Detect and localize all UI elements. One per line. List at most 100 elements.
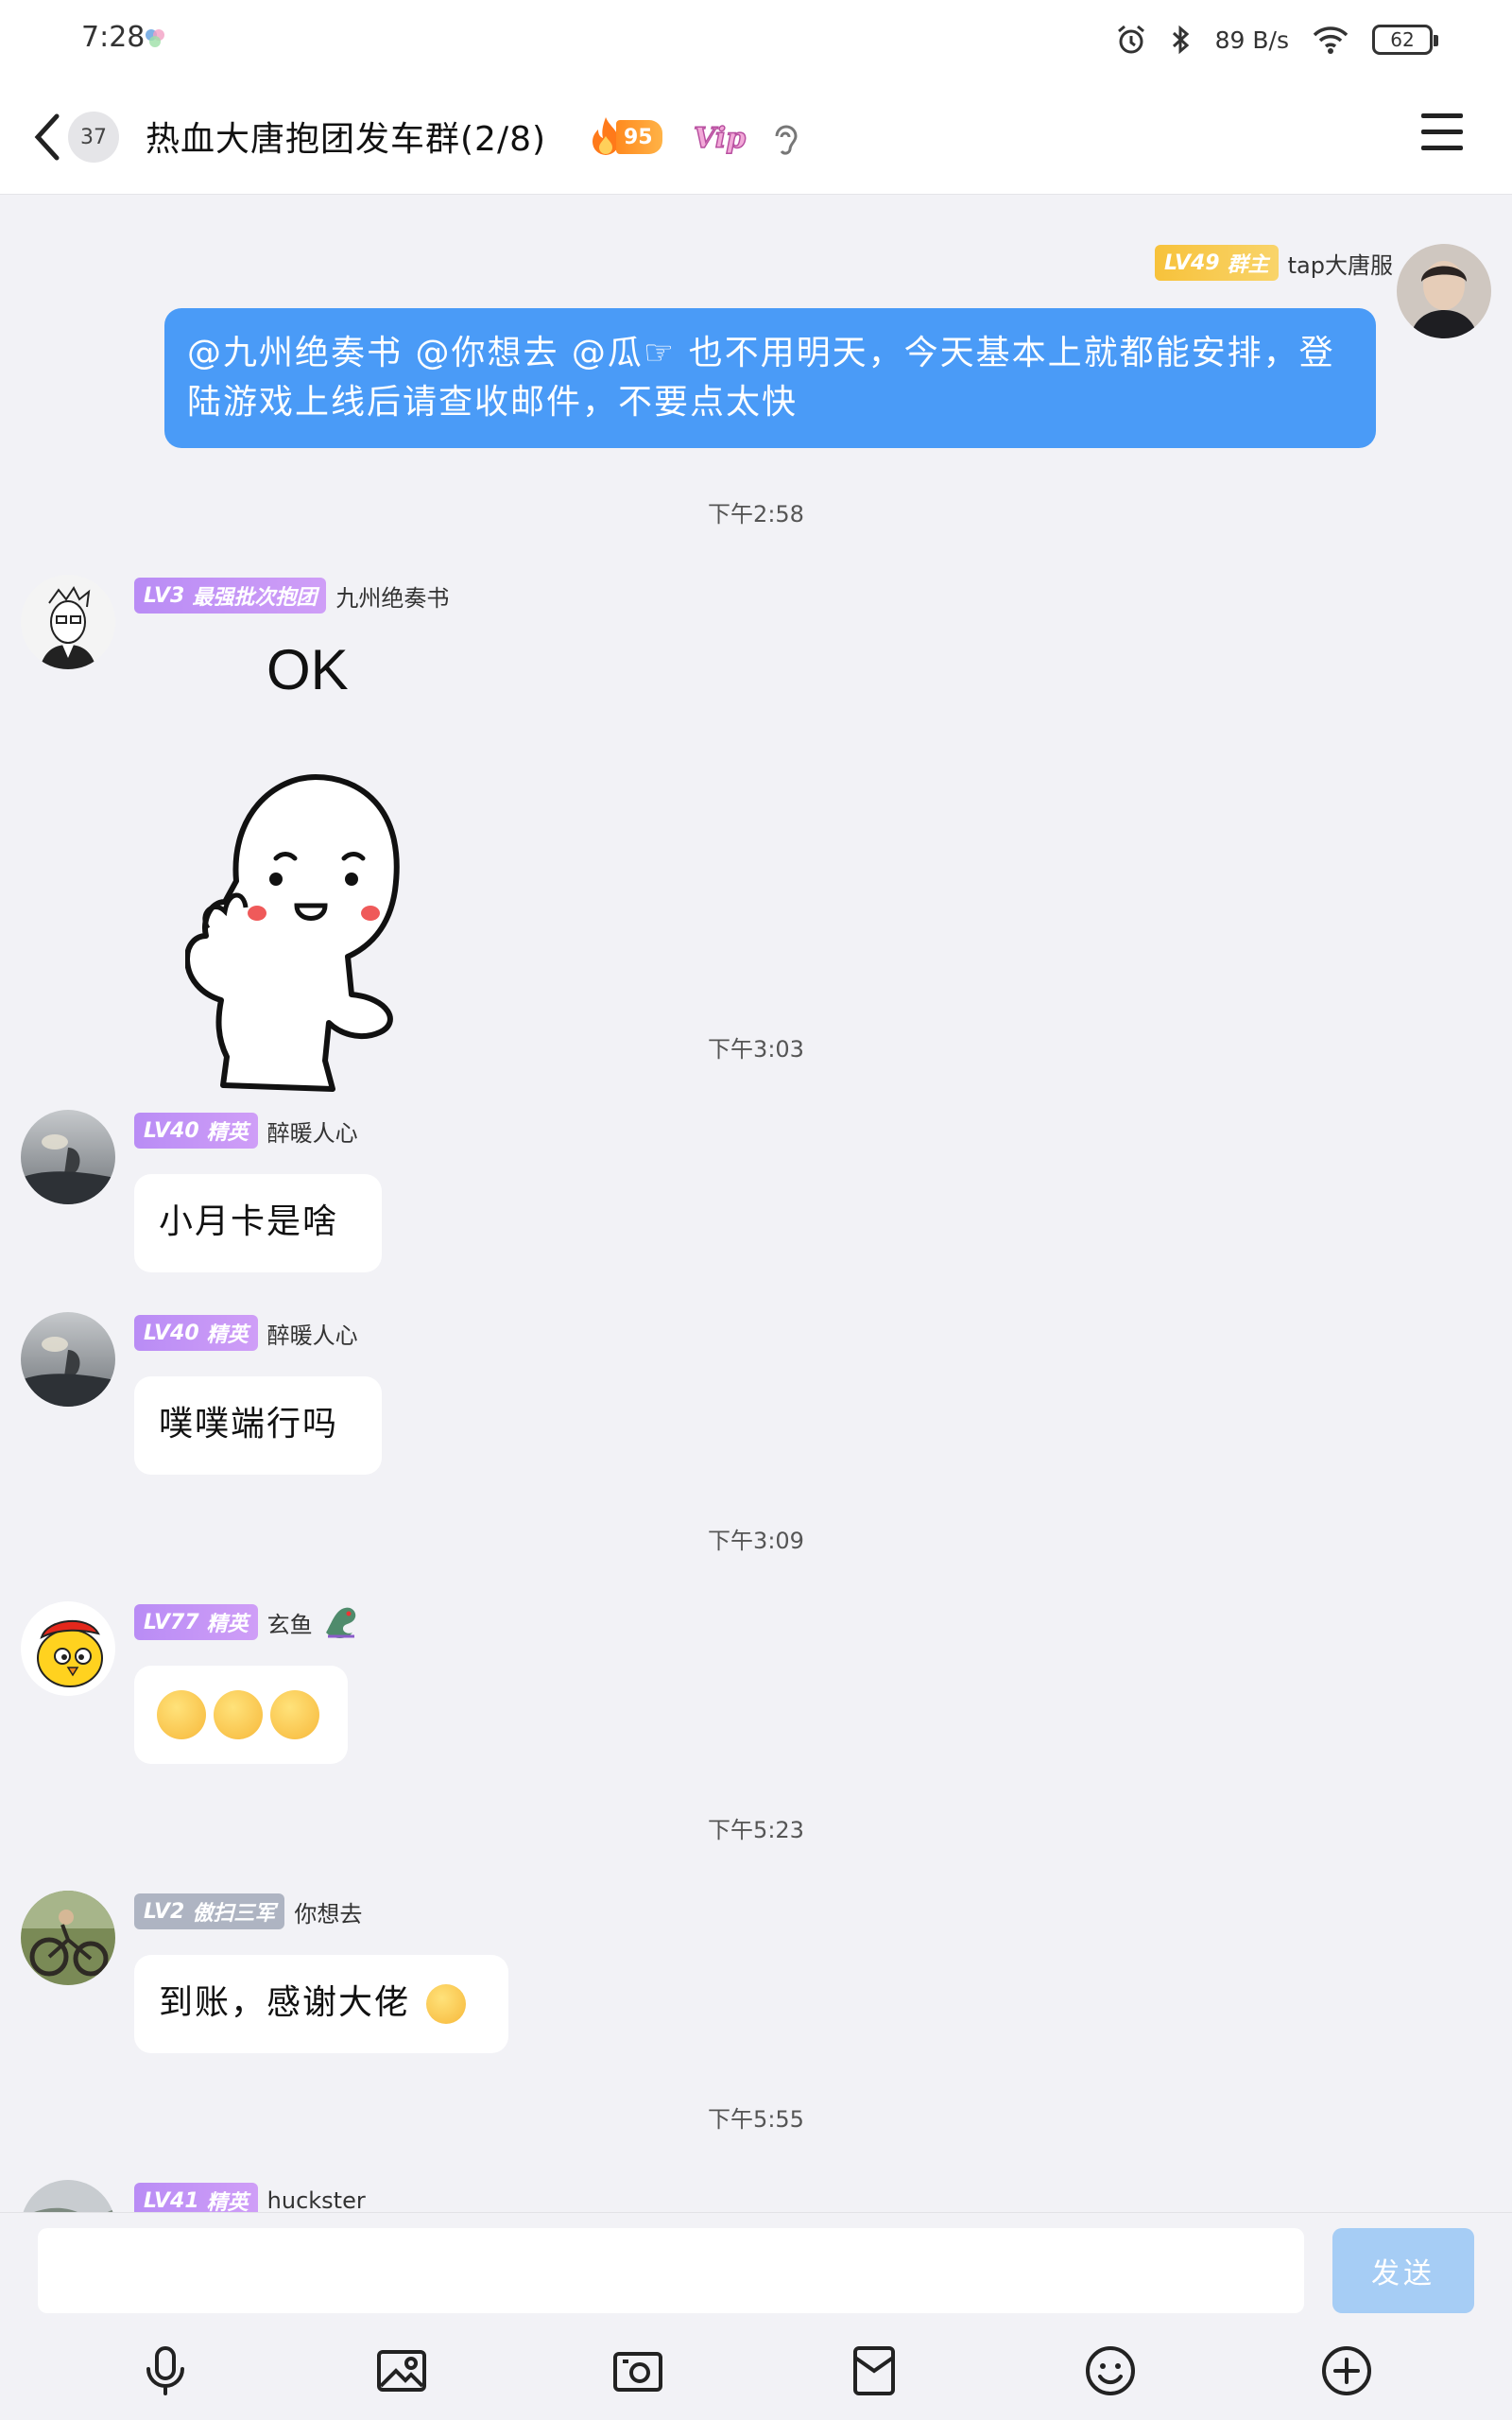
level: LV2 [144,1899,185,1924]
sender-line: LV3 最强批次抱团 九州绝奏书 [134,577,449,614]
sender-name[interactable]: huckster [267,2187,366,2212]
avatar[interactable] [21,575,115,669]
ear-icon[interactable] [769,121,801,159]
chevron-left-icon [34,113,60,161]
message-bubble[interactable]: 小月卡是啥 [134,1174,382,1272]
role: 群主 [1227,253,1269,277]
vip-icon[interactable]: Vip [690,112,758,164]
sender-line: LV41 精英 huckster [134,2182,366,2212]
level: LV41 [144,2188,199,2213]
level: LV40 [144,1321,199,1345]
smirk-emoji-icon [157,1690,206,1739]
level-tag: LV2 傲扫三军 [134,1893,285,1929]
level-tag: LV77 精英 [134,1604,258,1640]
menu-button[interactable] [1421,113,1465,161]
level-tag: LV40 精英 [134,1315,258,1351]
sender-line: LV40 精英 醉暖人心 [134,1112,358,1150]
avatar[interactable] [21,2180,115,2212]
sender-name[interactable]: 九州绝奏书 [335,579,449,613]
avatar[interactable] [21,1891,115,1985]
camera-icon[interactable] [610,2342,666,2399]
input-toolbar [0,2322,1512,2420]
sender-name[interactable]: 醉暖人心 [267,1115,358,1148]
level: LV40 [144,1118,199,1143]
user-avatar-image [21,1891,115,1985]
smirk-emoji-icon [214,1690,263,1739]
fire-level: 95 [616,120,662,154]
avatar[interactable] [21,1110,115,1204]
message-bubble[interactable]: 到账，感谢大佬 [134,1955,508,2053]
message-bubble[interactable]: 噗噗端行吗 [134,1376,382,1475]
sender-line: LV40 精英 醉暖人心 [134,1314,358,1352]
svg-text:Vip: Vip [694,122,746,155]
plus-icon[interactable] [1318,2342,1375,2399]
user-avatar-image [21,1312,115,1407]
app-notification-icon [146,29,164,47]
sender-name[interactable]: 你想去 [294,1895,362,1928]
time-divider: 下午5:55 [708,2106,804,2133]
time-divider: 下午3:09 [708,1528,804,1554]
sender-line: LV77 精英 玄鱼 [134,1603,360,1641]
dragon-medal-icon [325,1607,355,1638]
user-avatar-image [21,2180,115,2212]
group-fire-badge[interactable]: 95 [586,115,677,159]
sender-name[interactable]: tap大唐服 [1288,247,1393,280]
nav-bar: 37 热血大唐抱团发车群(2/8) 95 Vip [0,79,1512,195]
status-icons: 89 B/s 62 [1115,19,1438,60]
grin-emoji-icon [426,1984,467,2024]
bluetooth-icon [1172,25,1189,55]
microphone-icon[interactable] [137,2342,194,2399]
message-bubble[interactable]: @九州绝奏书 @你想去 @瓜☞ 也不用明天，今天基本上就都能安排，登陆游戏上线后… [164,308,1376,449]
wifi-icon [1313,26,1349,54]
user-avatar-image [1397,244,1491,338]
battery-indicator: 62 [1372,25,1438,55]
role: 傲扫三军 [192,1902,276,1926]
sticker-text: OK [266,638,349,701]
level: LV3 [144,583,185,608]
chat-messages[interactable]: LV49 群主 tap大唐服 @九州绝奏书 @你想去 @瓜☞ 也不用明天，今天基… [0,195,1512,2212]
red-packet-icon[interactable] [846,2342,902,2399]
user-avatar-image [21,1601,115,1696]
sender-line: LV2 傲扫三军 你想去 [134,1893,362,1930]
role: 精英 [206,1121,249,1145]
role: 精英 [206,2191,249,2212]
emoji-icon[interactable] [1082,2342,1139,2399]
level-tag: LV40 精英 [134,1113,258,1149]
ok-sticker-icon [185,774,400,1092]
network-speed: 89 B/s [1214,26,1289,54]
time-divider: 下午5:23 [708,1817,804,1843]
role: 最强批次抱团 [192,586,318,610]
alarm-icon [1117,25,1144,54]
unread-count-badge: 37 [68,112,119,163]
avatar[interactable] [21,1601,115,1696]
user-avatar-image [21,1110,115,1204]
smirk-emoji-icon [270,1690,319,1739]
status-time: 7:28 [81,21,146,54]
avatar[interactable] [21,1312,115,1407]
image-icon[interactable] [373,2342,430,2399]
role: 精英 [206,1613,249,1636]
sticker-message[interactable]: OK [185,637,450,1176]
level-tag: LV41 精英 [134,2183,258,2212]
status-bar: 7:28 89 B/s 62 [0,0,1512,79]
user-avatar-image [21,575,115,669]
send-button[interactable]: 发送 [1332,2228,1474,2313]
time-divider: 下午2:58 [708,501,804,527]
battery-level: 62 [1390,28,1415,51]
role: 精英 [206,1323,249,1347]
back-button[interactable]: 37 [28,104,132,170]
sender-line: LV49 群主 tap大唐服 [1154,244,1393,282]
menu-icon [1421,113,1463,118]
level-tag: LV3 最强批次抱团 [134,578,327,614]
level-tag: LV49 群主 [1154,245,1279,281]
level: LV49 [1163,251,1220,275]
level: LV77 [144,1610,199,1634]
sender-name[interactable]: 玄鱼 [267,1606,313,1639]
emoji-message[interactable] [134,1666,348,1764]
avatar[interactable] [1397,244,1491,338]
message-input[interactable] [38,2228,1304,2313]
sender-name[interactable]: 醉暖人心 [267,1317,358,1350]
input-area: 发送 [0,2212,1512,2322]
message-text: 到账，感谢大佬 [159,1983,411,2022]
chat-title[interactable]: 热血大唐抱团发车群(2/8) [146,112,546,161]
